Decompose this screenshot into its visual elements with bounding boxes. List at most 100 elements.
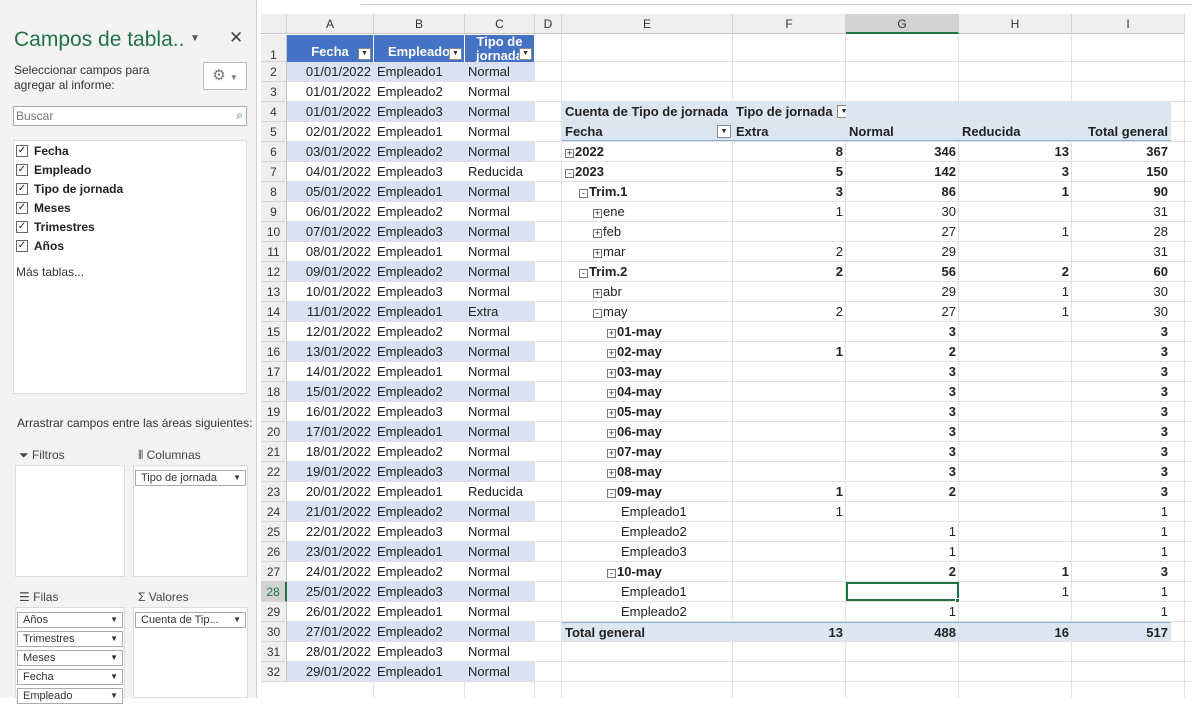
table-cell[interactable]: 17/01/2022	[287, 422, 374, 441]
chevron-down-icon[interactable]: ▼	[110, 613, 118, 627]
filters-drop-area[interactable]	[15, 465, 125, 577]
collapse-icon[interactable]: -	[607, 489, 616, 498]
table-cell[interactable]: 03/01/2022	[287, 142, 374, 161]
row-header[interactable]: 25	[261, 522, 287, 542]
table-cell[interactable]: Empleado1	[374, 122, 465, 141]
pivot-row-label[interactable]: +02-may	[562, 342, 733, 361]
row-header[interactable]: 7	[261, 162, 287, 182]
table-cell[interactable]: Empleado2	[374, 562, 465, 581]
table-cell[interactable]: 20/01/2022	[287, 482, 374, 501]
row-header[interactable]: 4	[261, 102, 287, 122]
pivot-row-label[interactable]: + mar	[562, 242, 733, 261]
pivot-value-cell[interactable]: 27	[846, 302, 959, 321]
table-cell[interactable]: Normal	[465, 502, 535, 521]
table-cell[interactable]: Empleado2	[374, 142, 465, 161]
row-header[interactable]: 18	[261, 382, 287, 402]
pivot-value-cell[interactable]	[733, 402, 846, 421]
pivot-row-label[interactable]: +06-may	[562, 422, 733, 441]
column-header[interactable]: F	[733, 14, 846, 34]
table-cell[interactable]: Normal	[465, 282, 535, 301]
row-header[interactable]: 12	[261, 262, 287, 282]
pivot-value-cell[interactable]: 3	[846, 422, 959, 441]
table-cell[interactable]: Empleado3	[374, 402, 465, 421]
expand-icon[interactable]: +	[607, 429, 616, 438]
pivot-value-cell[interactable]	[959, 242, 1072, 261]
pivot-value-cell[interactable]	[959, 522, 1072, 541]
table-header-cell[interactable]: Tipo de jornada ▼	[465, 35, 535, 62]
row-header[interactable]: 6	[261, 142, 287, 162]
pivot-value-cell[interactable]: 3	[846, 462, 959, 481]
pivot-row-label[interactable]: - may	[562, 302, 733, 321]
column-header[interactable]: D	[535, 14, 562, 34]
expand-icon[interactable]: +	[607, 329, 616, 338]
pivot-value-cell[interactable]	[733, 602, 846, 621]
pivot-value-cell[interactable]: 1	[733, 342, 846, 361]
table-cell[interactable]: Empleado2	[374, 262, 465, 281]
pivot-value-cell[interactable]: 1	[959, 182, 1072, 201]
search-input[interactable]	[14, 107, 224, 125]
pivot-value-cell[interactable]: 30	[1072, 282, 1171, 301]
pivot-value-cell[interactable]: 27	[846, 222, 959, 241]
filter-dropdown-icon[interactable]: ▼	[717, 125, 731, 138]
rows-field-pill[interactable]: Meses ▼	[17, 650, 123, 666]
chevron-down-icon[interactable]: ▼	[110, 670, 118, 684]
table-cell[interactable]: Reducida	[465, 482, 535, 501]
pivot-value-cell[interactable]: 3	[1072, 462, 1171, 481]
pivot-value-cell[interactable]: 3	[1072, 362, 1171, 381]
pivot-row-label[interactable]: + ene	[562, 202, 733, 221]
table-cell[interactable]: Normal	[465, 342, 535, 361]
pivot-value-cell[interactable]: 29	[846, 282, 959, 301]
table-cell[interactable]: Normal	[465, 542, 535, 561]
table-cell[interactable]: 07/01/2022	[287, 222, 374, 241]
table-header-cell[interactable]: Empleado ▼	[374, 35, 465, 62]
row-header[interactable]: 20	[261, 422, 287, 442]
pivot-value-cell[interactable]: 3	[1072, 562, 1171, 581]
expand-icon[interactable]: +	[607, 349, 616, 358]
pivot-row-label[interactable]: -09-may	[562, 482, 733, 501]
pivot-value-cell[interactable]	[959, 362, 1072, 381]
pivot-value-cell[interactable]	[733, 442, 846, 461]
table-cell[interactable]: 12/01/2022	[287, 322, 374, 341]
pivot-row-label[interactable]: +05-may	[562, 402, 733, 421]
chevron-down-icon[interactable]: ▼	[233, 471, 241, 485]
pivot-value-cell[interactable]: 3	[1072, 322, 1171, 341]
table-cell[interactable]: Normal	[465, 82, 535, 101]
row-header[interactable]: 30	[261, 622, 287, 642]
pivot-value-cell[interactable]: 1	[1072, 582, 1171, 601]
pivot-value-cell[interactable]: 3	[846, 402, 959, 421]
row-header[interactable]: 23	[261, 482, 287, 502]
expand-icon[interactable]: +	[607, 389, 616, 398]
pivot-value-cell[interactable]	[733, 282, 846, 301]
collapse-icon[interactable]: -	[607, 569, 616, 578]
table-cell[interactable]: 01/01/2022	[287, 62, 374, 81]
table-cell[interactable]: Empleado2	[374, 82, 465, 101]
table-cell[interactable]: Reducida	[465, 162, 535, 181]
pivot-value-cell[interactable]: 346	[846, 142, 959, 161]
chevron-down-icon[interactable]: ▼	[110, 689, 118, 703]
pivot-row-label[interactable]: Empleado3	[562, 542, 733, 561]
table-cell[interactable]: 02/01/2022	[287, 122, 374, 141]
pivot-value-cell[interactable]: 3	[1072, 442, 1171, 461]
table-cell[interactable]: 26/01/2022	[287, 602, 374, 621]
table-cell[interactable]: 08/01/2022	[287, 242, 374, 261]
table-cell[interactable]: 13/01/2022	[287, 342, 374, 361]
expand-icon[interactable]: +	[593, 249, 602, 258]
expand-icon[interactable]: +	[607, 369, 616, 378]
pivot-value-cell[interactable]	[733, 542, 846, 561]
spreadsheet-grid[interactable]: A B C D E F G H I 1 2 3 4 5 6 7 8 9 10 11 12 13 14 15 16 17 18 19 20…	[261, 0, 1192, 698]
pivot-value-cell[interactable]: 3	[1072, 342, 1171, 361]
pivot-row-label[interactable]: +07-may	[562, 442, 733, 461]
table-cell[interactable]: Empleado3	[374, 222, 465, 241]
table-cell[interactable]: Normal	[465, 662, 535, 681]
table-cell[interactable]: Empleado1	[374, 422, 465, 441]
chevron-down-icon[interactable]: ▼	[233, 613, 241, 627]
column-header[interactable]: A	[287, 14, 374, 34]
field-checkbox[interactable]: ✓	[16, 220, 28, 233]
pivot-value-cell[interactable]: 2	[846, 562, 959, 581]
table-cell[interactable]: 01/01/2022	[287, 102, 374, 121]
table-cell[interactable]: 27/01/2022	[287, 622, 374, 641]
table-cell[interactable]: Empleado1	[374, 182, 465, 201]
pivot-value-cell[interactable]	[959, 342, 1072, 361]
pivot-value-cell[interactable]	[733, 422, 846, 441]
column-header[interactable]: I	[1072, 14, 1185, 34]
